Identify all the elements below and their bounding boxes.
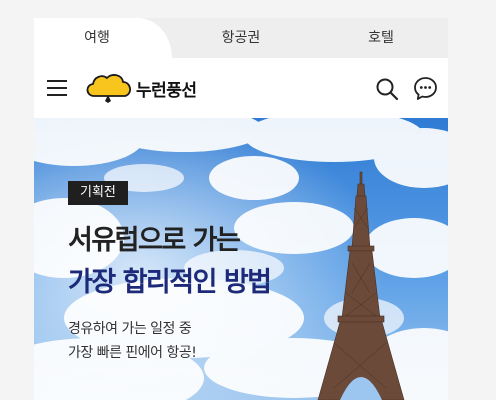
- menu-icon: [47, 80, 67, 96]
- chat-button[interactable]: [413, 76, 438, 101]
- logo-text: 누런풍선: [136, 80, 197, 101]
- tab-travel[interactable]: 여행: [34, 18, 172, 58]
- service-tabs: 여행 항공권 호텔: [34, 18, 448, 58]
- search-icon: [376, 78, 399, 101]
- logo[interactable]: 누런풍선: [84, 71, 197, 105]
- menu-button[interactable]: [46, 77, 68, 99]
- tab-flight-label: 항공권: [221, 30, 261, 46]
- banner-subtext-line1: 경유하여 가는 일정 중: [68, 321, 192, 337]
- search-button[interactable]: [375, 77, 399, 101]
- banner-headline-line2: 가장 합리적인 방법: [68, 267, 272, 298]
- event-badge: 기획전: [68, 181, 128, 205]
- tab-flight[interactable]: 항공권: [191, 18, 291, 58]
- balloon-logo-icon: [86, 74, 131, 103]
- promo-banner[interactable]: 기획전 서유럽으로 가는 가장 합리적인 방법 경유하여 가는 일정 중 가장 …: [34, 118, 448, 400]
- tab-hotel[interactable]: 호텔: [331, 18, 431, 58]
- tab-hotel-label: 호텔: [368, 30, 394, 46]
- app-frame: 여행 항공권 호텔 누런풍선 기획전 서유럽으로 가는 가장 합리적인 방법 경…: [34, 18, 448, 400]
- tab-travel-label: 여행: [84, 30, 110, 46]
- chat-icon: [414, 77, 437, 100]
- header: 누런풍선: [34, 58, 448, 118]
- banner-headline-line1: 서유럽으로 가는: [68, 225, 241, 256]
- banner-subtext-line2: 가장 빠른 핀에어 항공!: [68, 345, 197, 361]
